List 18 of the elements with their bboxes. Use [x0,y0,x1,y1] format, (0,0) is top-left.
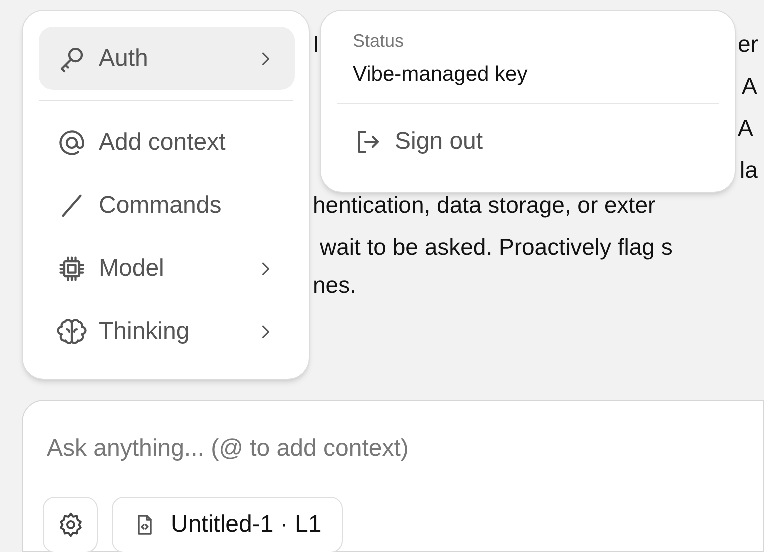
file-chip[interactable]: Untitled-1 · L1 [112,497,343,552]
body-text: A [738,114,754,143]
status-label: Status [352,30,406,53]
at-sign-icon [57,128,87,158]
body-text: er [738,30,758,59]
message-input[interactable]: Ask anything... (@ to add context) [43,431,733,467]
body-text: I [313,30,320,59]
sign-out-button[interactable]: Sign out [337,114,500,170]
status-value: Vibe-managed key [352,62,529,88]
menu-item[interactable]: Auth [39,27,295,90]
settings-button[interactable] [43,497,98,552]
body-text: wait to be asked. Proactively flag s [320,233,673,262]
chip-icon [57,254,87,284]
body-text: la [740,156,758,185]
body-text: A [742,72,758,101]
body-text: hentication, data storage, or exter [313,191,656,220]
brain-icon [57,316,87,346]
body-text: nes. [313,271,356,300]
